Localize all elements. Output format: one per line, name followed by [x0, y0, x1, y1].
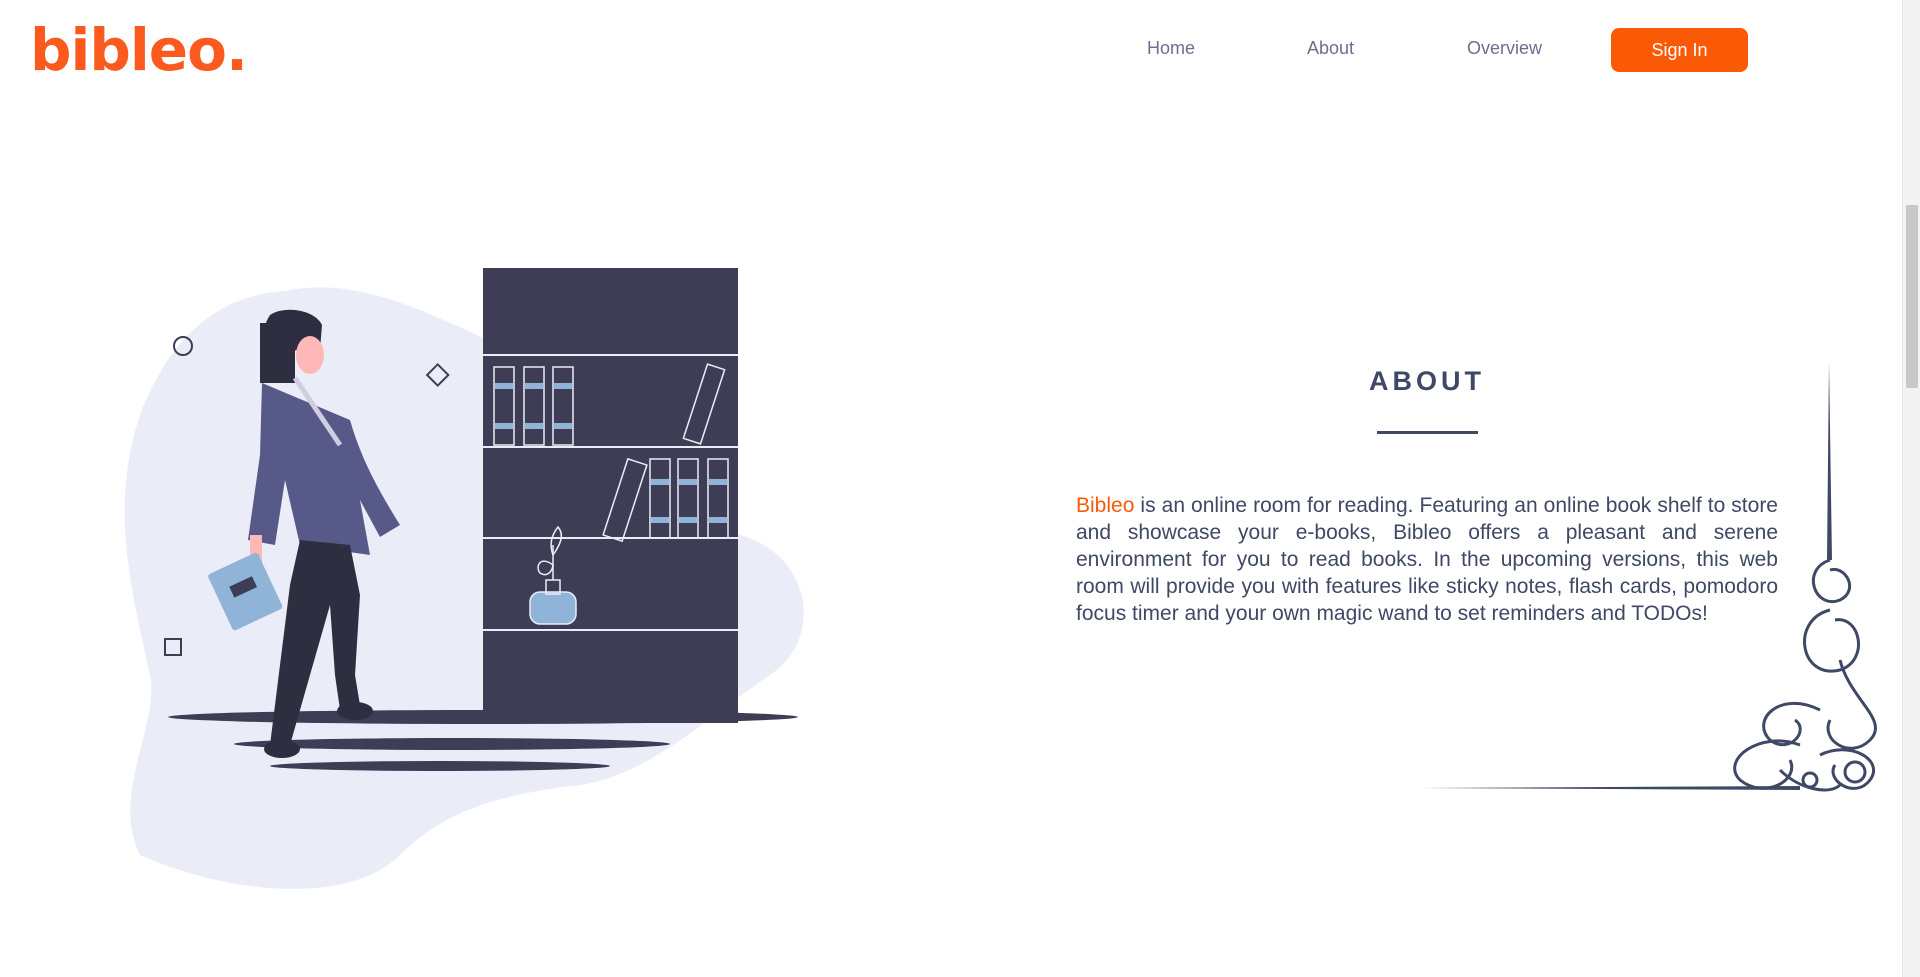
nav-link-home[interactable]: Home [1147, 36, 1195, 60]
top-navbar: bibleo. Home About Overview Sign In [0, 0, 1902, 98]
vertical-scrollbar[interactable] [1902, 0, 1920, 977]
nav-link-about[interactable]: About [1307, 36, 1354, 60]
nav-link-overview[interactable]: Overview [1467, 36, 1542, 60]
brand-logo[interactable]: bibleo. [30, 10, 248, 90]
brand-highlight: Bibleo [1076, 494, 1135, 517]
floor-shadow-3 [270, 761, 610, 771]
flourish-corner-ornament [1420, 362, 1877, 792]
scrollbar-thumb[interactable] [1906, 205, 1918, 388]
bookshelf [483, 268, 738, 723]
sign-in-button[interactable]: Sign In [1611, 28, 1748, 72]
bookshelf-illustration [124, 268, 804, 889]
